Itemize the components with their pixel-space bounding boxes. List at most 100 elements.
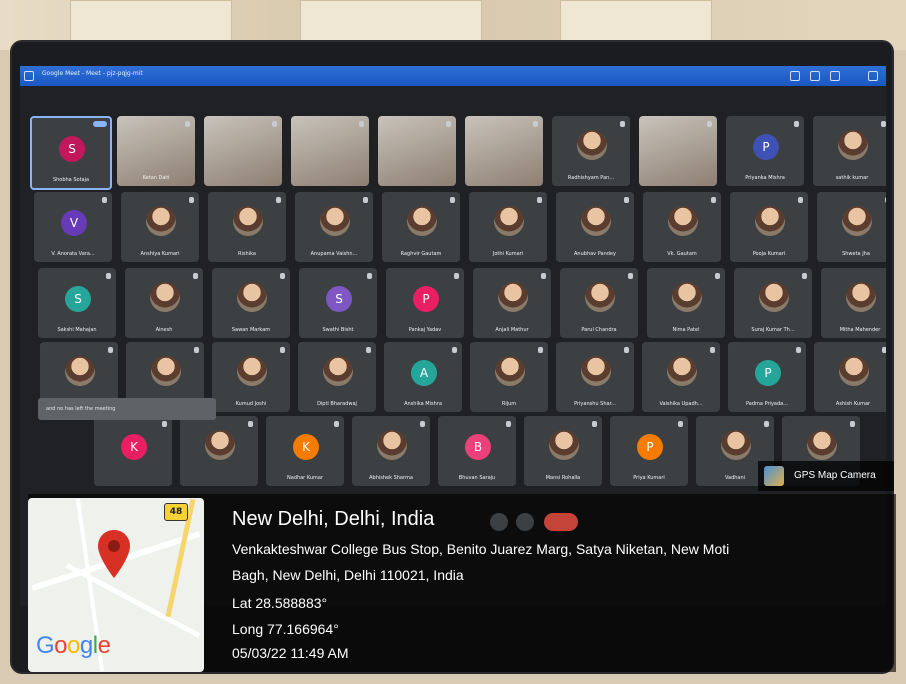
mic-muted-icon: [796, 347, 801, 353]
participant-tile[interactable]: Suraj Kumar Th...: [734, 268, 812, 338]
participant-tile[interactable]: [378, 116, 456, 186]
mic-muted-icon: [850, 421, 855, 427]
star-icon[interactable]: [810, 71, 820, 81]
meet-control-icon: [490, 513, 508, 531]
location-latitude: Lat 28.588883°: [232, 595, 328, 611]
participant-tile[interactable]: Ashish Kumar: [814, 342, 886, 412]
participant-tile[interactable]: P Priya Kumari: [610, 416, 688, 486]
participant-tile[interactable]: Parul Chandra: [560, 268, 638, 338]
mic-muted-icon: [194, 347, 199, 353]
mic-muted-icon: [185, 121, 190, 127]
participant-tile[interactable]: Anupama Vaishn...: [295, 192, 373, 262]
mic-muted-icon: [450, 197, 455, 203]
participant-tile[interactable]: K: [94, 416, 172, 486]
avatar-photo: [237, 282, 267, 312]
participant-tile[interactable]: Anjali Mathur: [473, 268, 551, 338]
avatar: S: [326, 286, 352, 312]
participant-name: Bhuvan Saraju: [458, 475, 496, 481]
participant-tile[interactable]: Ketan Datt: [117, 116, 195, 186]
participant-tile[interactable]: P Pankaj Yadav: [386, 268, 464, 338]
participant-tile[interactable]: S Swathi Bisht: [299, 268, 377, 338]
participant-name: Nima Patel: [672, 327, 700, 333]
mic-muted-icon: [366, 347, 371, 353]
mic-muted-icon: [359, 121, 364, 127]
participant-tile[interactable]: Kumud Joshi: [212, 342, 290, 412]
mic-muted-icon: [280, 273, 285, 279]
participant-tile[interactable]: K Nadhar Kumar: [266, 416, 344, 486]
participant-tile[interactable]: Pooja Kumari: [730, 192, 808, 262]
avatar-photo: [585, 282, 615, 312]
participant-tile[interactable]: sathik kumar: [813, 116, 886, 186]
mic-muted-icon: [108, 347, 113, 353]
participant-tile[interactable]: Rijum: [470, 342, 548, 412]
mic-muted-icon: [802, 273, 807, 279]
mic-muted-icon: [885, 197, 886, 203]
participant-tile[interactable]: Nima Patel: [647, 268, 725, 338]
participant-tile[interactable]: Radhishyam Pan...: [552, 116, 630, 186]
participant-tile[interactable]: [204, 116, 282, 186]
participant-tile[interactable]: [291, 116, 369, 186]
participant-tile[interactable]: Raghvir Gautam: [382, 192, 460, 262]
participant-name: Anubhav Pandey: [574, 251, 616, 257]
mic-muted-icon: [798, 197, 803, 203]
participant-tile[interactable]: P Padma Priyada...: [728, 342, 806, 412]
avatar-photo: [377, 430, 407, 460]
participant-tile[interactable]: Priyanshu Shar...: [556, 342, 634, 412]
participant-tile[interactable]: Vk. Gautam: [643, 192, 721, 262]
avatar-photo: [672, 282, 702, 312]
participant-name: Anshiya Kumari: [140, 251, 180, 257]
participant-tile[interactable]: S Shobha Sotaja: [30, 116, 112, 190]
participant-tile[interactable]: [180, 416, 258, 486]
participant-tile[interactable]: Jothi Kumari: [469, 192, 547, 262]
meet-control-icon: [516, 513, 534, 531]
participant-tile[interactable]: Vaishika Upadh...: [642, 342, 720, 412]
extension-icon[interactable]: [790, 71, 800, 81]
participant-name: Shobha Sotaja: [52, 177, 90, 183]
participant-name: Shweta Jha: [842, 251, 870, 257]
participant-tile[interactable]: Dipti Bharadwaj: [298, 342, 376, 412]
profile-icon[interactable]: [830, 71, 840, 81]
mic-muted-icon: [882, 347, 886, 353]
mic-muted-icon: [628, 273, 633, 279]
participant-name: Priya Kumari: [633, 475, 665, 481]
participant-tile[interactable]: [639, 116, 717, 186]
participant-tile[interactable]: Anshiya Kumari: [121, 192, 199, 262]
mic-muted-icon: [193, 273, 198, 279]
participant-tile[interactable]: Abhishek Sharma: [352, 416, 430, 486]
participant-tile[interactable]: Sawan Markam: [212, 268, 290, 338]
back-icon[interactable]: [24, 71, 34, 81]
participant-name: Sawan Markam: [231, 327, 271, 333]
participant-tile[interactable]: Ainesh: [125, 268, 203, 338]
mic-muted-icon: [446, 121, 451, 127]
location-datetime: 05/03/22 11:49 AM: [232, 645, 349, 661]
participant-tile[interactable]: S Sakshi Mahajan: [38, 268, 116, 338]
participant-tile[interactable]: [465, 116, 543, 186]
participant-tile[interactable]: Anubhav Pandey: [556, 192, 634, 262]
participant-name: Pankaj Yadav: [408, 327, 442, 333]
participant-tile[interactable]: B Bhuvan Saraju: [438, 416, 516, 486]
participant-name: Mitha Mahender: [839, 327, 881, 333]
mic-muted-icon: [189, 197, 194, 203]
participant-name: Priyanshu Shar...: [574, 401, 616, 407]
route-shield: 48: [164, 503, 188, 521]
camera-app-icon: [764, 466, 784, 486]
mic-muted-icon: [533, 121, 538, 127]
participant-tile[interactable]: Mansi Rohalla: [524, 416, 602, 486]
participant-name: Ashish Kumar: [835, 401, 871, 407]
participant-tile[interactable]: Mitha Mahender: [821, 268, 886, 338]
avatar-photo: [151, 356, 181, 386]
participant-name: Nadhar Kumar: [286, 475, 324, 481]
participant-name: sathik kumar: [835, 175, 869, 181]
mic-muted-icon: [452, 347, 457, 353]
menu-icon[interactable]: [868, 71, 878, 81]
participant-tile[interactable]: A Anshika Mishra: [384, 342, 462, 412]
mic-muted-icon: [454, 273, 459, 279]
participant-name: Ainesh: [155, 327, 173, 333]
participant-tile[interactable]: Rishika: [208, 192, 286, 262]
participant-tile[interactable]: V V. Anorata Vara...: [34, 192, 112, 262]
mic-muted-icon: [794, 121, 799, 127]
participant-name: Parul Chandra: [581, 327, 617, 333]
participant-tile[interactable]: Shweta Jha: [817, 192, 886, 262]
location-city: New Delhi, Delhi, India: [232, 508, 435, 530]
participant-tile[interactable]: P Priyanka Mishra: [726, 116, 804, 186]
